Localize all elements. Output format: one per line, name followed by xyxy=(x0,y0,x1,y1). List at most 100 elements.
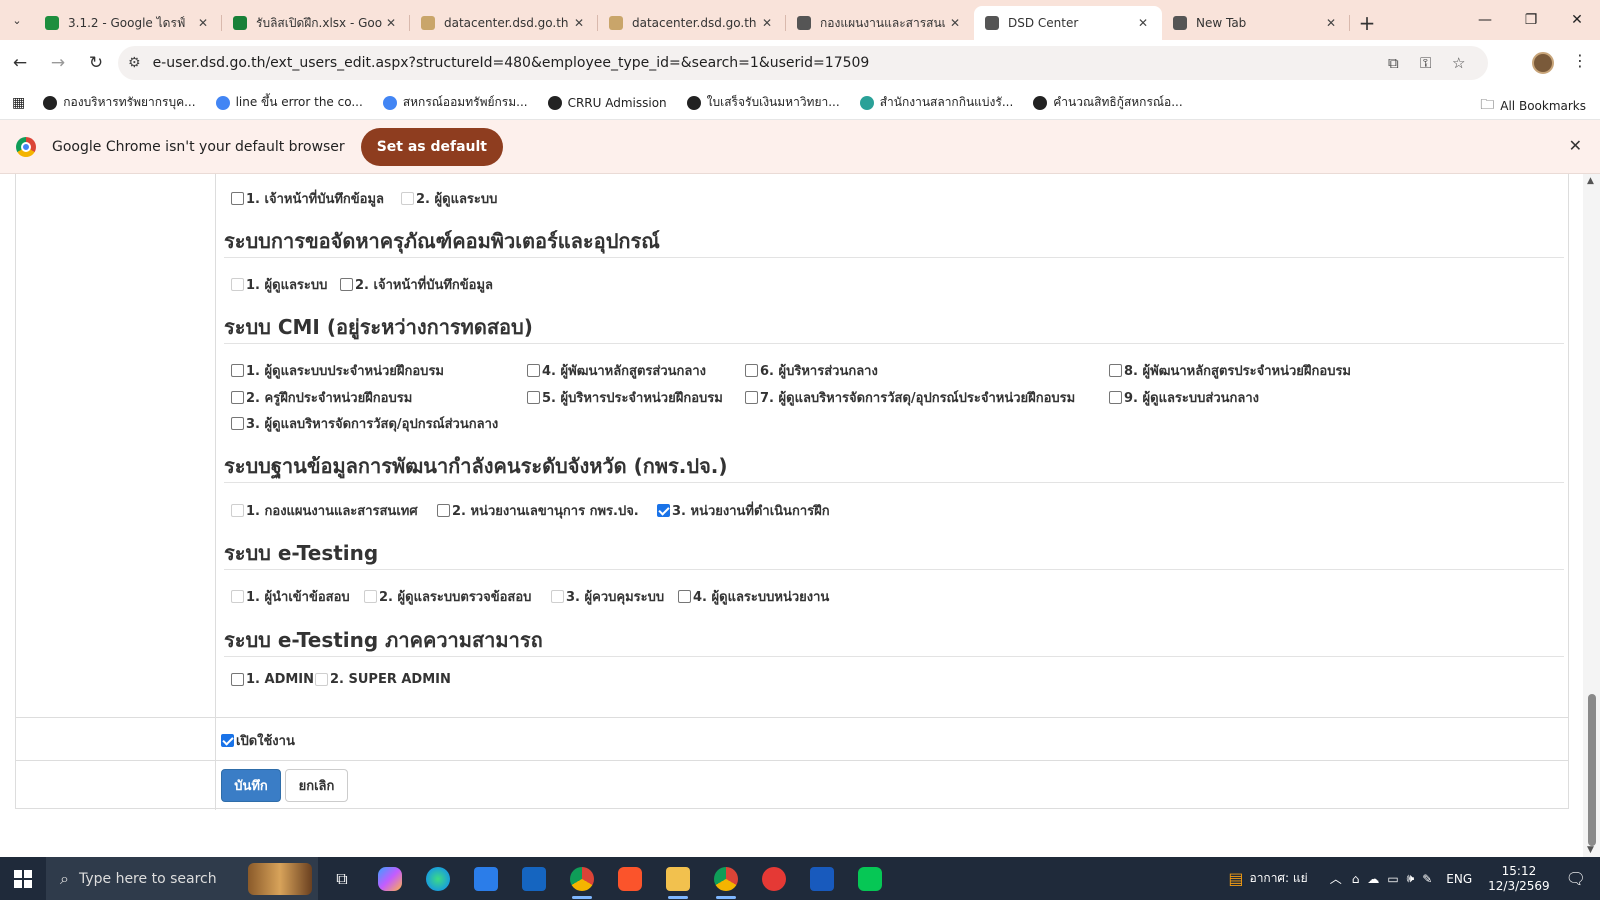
save-button[interactable]: บันทึก xyxy=(221,769,281,802)
copilot-icon[interactable] xyxy=(366,857,414,900)
bookmark-item[interactable]: คำนวณสิทธิกู้สหกรณ์อ... xyxy=(1033,93,1183,112)
network-icon[interactable]: ▭ xyxy=(1387,872,1398,886)
restore-icon[interactable]: ❐ xyxy=(1508,0,1554,40)
permission-checkbox[interactable] xyxy=(527,364,540,377)
bookmark-item[interactable]: CRRU Admission xyxy=(547,95,667,110)
close-tab-icon[interactable]: ✕ xyxy=(946,16,964,30)
permission-checkbox[interactable] xyxy=(527,391,540,404)
enabled-checkbox-row[interactable]: เปิดใช้งาน xyxy=(221,730,295,751)
permission-checkbox[interactable] xyxy=(657,504,670,517)
permission-option[interactable]: 2. ครูฝึกประจำหน่วยฝึกอบรม xyxy=(231,387,412,408)
browser-tab[interactable]: DSD Center ✕ xyxy=(974,6,1162,40)
permission-option[interactable]: 3. หน่วยงานที่ดำเนินการฝึก xyxy=(657,500,830,521)
line-icon[interactable] xyxy=(846,857,894,900)
microsoft-store-icon[interactable] xyxy=(462,857,510,900)
permission-option[interactable]: 6. ผู้บริหารส่วนกลาง xyxy=(745,360,878,381)
outlook-icon[interactable] xyxy=(510,857,558,900)
permission-option[interactable]: 9. ผู้ดูแลระบบส่วนกลาง xyxy=(1109,387,1259,408)
browser-tab[interactable]: datacenter.dsd.go.th | ✕ xyxy=(410,6,598,40)
browser-tab[interactable]: New Tab ✕ xyxy=(1162,6,1350,40)
pen-icon[interactable]: ✎ xyxy=(1422,872,1432,886)
permission-checkbox[interactable] xyxy=(231,192,244,205)
permission-checkbox[interactable] xyxy=(231,673,244,686)
bookmark-item[interactable]: ใบเสร็จรับเงินมหาวิทยา... xyxy=(686,93,840,112)
permission-option[interactable]: 1. ADMIN xyxy=(231,672,314,687)
translate-icon[interactable]: ⧉ xyxy=(1388,54,1399,72)
clock[interactable]: 15:12 12/3/2569 xyxy=(1488,864,1550,894)
edge-icon[interactable] xyxy=(414,857,462,900)
permission-option[interactable]: 1. ผู้ดูแลระบบประจำหน่วยฝึกอบรม xyxy=(231,360,444,381)
bookmark-item[interactable]: สำนักงานสลากกินแบ่งรั... xyxy=(859,93,1013,112)
scroll-thumb[interactable] xyxy=(1588,694,1596,846)
permission-option[interactable]: 4. ผู้พัฒนาหลักสูตรส่วนกลาง xyxy=(527,360,706,381)
permission-checkbox[interactable] xyxy=(678,590,691,603)
permission-checkbox[interactable] xyxy=(231,391,244,404)
permission-checkbox[interactable] xyxy=(1109,364,1122,377)
browser-tab[interactable]: รับลิสเปิดฝึก.xlsx - Goog ✕ xyxy=(222,6,410,40)
close-tab-icon[interactable]: ✕ xyxy=(758,16,776,30)
close-window-icon[interactable]: ✕ xyxy=(1554,0,1600,40)
permission-checkbox[interactable] xyxy=(340,278,353,291)
permission-checkbox[interactable] xyxy=(745,364,758,377)
permission-checkbox[interactable] xyxy=(231,417,244,430)
close-tab-icon[interactable]: ✕ xyxy=(382,16,400,30)
weather-text[interactable]: อากาศ: แย่ xyxy=(1249,869,1307,888)
apps-grid-icon[interactable]: ▦ xyxy=(12,95,25,111)
taskbar-search[interactable]: ⌕ Type here to search xyxy=(46,857,318,900)
word-icon[interactable] xyxy=(798,857,846,900)
enabled-checkbox[interactable] xyxy=(221,734,234,747)
tab-search-button[interactable]: ⌄ xyxy=(0,0,34,40)
file-explorer-icon[interactable] xyxy=(654,857,702,900)
notification-icon[interactable]: 🗨 xyxy=(1566,869,1586,888)
weather-icon[interactable]: ▤ xyxy=(1228,869,1243,888)
permission-checkbox[interactable] xyxy=(1109,391,1122,404)
url-text[interactable]: e-user.dsd.go.th/ext_users_edit.aspx?str… xyxy=(153,55,870,71)
close-tab-icon[interactable]: ✕ xyxy=(1322,16,1340,30)
permission-checkbox[interactable] xyxy=(231,364,244,377)
scroll-up-icon[interactable]: ▲ xyxy=(1587,176,1594,186)
snipping-tool-icon[interactable] xyxy=(750,857,798,900)
back-icon[interactable]: ← xyxy=(2,45,38,81)
bookmark-star-icon[interactable]: ☆ xyxy=(1452,54,1465,72)
language-indicator[interactable]: ENG xyxy=(1446,872,1472,886)
permission-option[interactable]: 3. ผู้ดูแลบริหารจัดการวัสดุ/อุปกรณ์ส่วนก… xyxy=(231,413,498,434)
permission-option[interactable]: 8. ผู้พัฒนาหลักสูตรประจำหน่วยฝึกอบรม xyxy=(1109,360,1351,381)
onedrive-icon[interactable]: ☁ xyxy=(1367,872,1379,886)
chrome-menu-icon[interactable]: ⋮ xyxy=(1572,51,1588,70)
forward-icon[interactable]: → xyxy=(40,45,76,81)
scroll-down-icon[interactable]: ▼ xyxy=(1587,845,1594,855)
site-info-icon[interactable]: ⚙ xyxy=(128,55,141,71)
close-tab-icon[interactable]: ✕ xyxy=(1134,16,1152,30)
permission-option[interactable]: 2. หน่วยงานเลขานุการ กพร.ปจ. xyxy=(437,500,639,521)
bookmark-item[interactable]: line ขึ้น error the co... xyxy=(215,93,363,112)
close-infobar-icon[interactable]: ✕ xyxy=(1569,136,1582,155)
close-tab-icon[interactable]: ✕ xyxy=(194,16,212,30)
set-as-default-button[interactable]: Set as default xyxy=(360,127,503,166)
address-bar[interactable]: ⚙ e-user.dsd.go.th/ext_users_edit.aspx?s… xyxy=(118,46,1488,80)
minimize-icon[interactable]: — xyxy=(1462,0,1508,40)
permission-option[interactable]: 2. เจ้าหน้าที่บันทึกข้อมูล xyxy=(340,274,493,295)
brave-icon[interactable] xyxy=(606,857,654,900)
permission-checkbox[interactable] xyxy=(745,391,758,404)
browser-tab[interactable]: datacenter.dsd.go.th | ✕ xyxy=(598,6,786,40)
page-scrollbar[interactable]: ▲ ▼ xyxy=(1583,174,1600,857)
profile-avatar[interactable] xyxy=(1532,52,1554,74)
reload-icon[interactable]: ↻ xyxy=(78,45,114,81)
permission-option[interactable]: 7. ผู้ดูแลบริหารจัดการวัสดุ/อุปกรณ์ประจำ… xyxy=(745,387,1075,408)
windows-start-icon[interactable] xyxy=(0,857,46,900)
meet-icon[interactable]: ⌂ xyxy=(1352,872,1360,886)
permission-checkbox[interactable] xyxy=(437,504,450,517)
permission-option[interactable]: 4. ผู้ดูแลระบบหน่วยงาน xyxy=(678,586,829,607)
close-tab-icon[interactable]: ✕ xyxy=(570,16,588,30)
tray-overflow-icon[interactable]: ︿ xyxy=(1330,870,1342,887)
password-key-icon[interactable]: ⚿ xyxy=(1420,54,1431,72)
bookmark-item[interactable]: สหกรณ์ออมทรัพย์กรม... xyxy=(382,93,528,112)
new-tab-button[interactable]: + xyxy=(1350,6,1384,40)
cancel-button[interactable]: ยกเลิก xyxy=(285,769,348,802)
chrome-profile-taskbar-icon[interactable] xyxy=(702,857,750,900)
task-view-icon[interactable]: ⧉ xyxy=(318,857,366,900)
permission-option[interactable]: 1. เจ้าหน้าที่บันทึกข้อมูล xyxy=(231,188,384,209)
volume-icon[interactable]: 🕪 xyxy=(1407,871,1415,886)
permission-option[interactable]: 5. ผู้บริหารประจำหน่วยฝึกอบรม xyxy=(527,387,723,408)
browser-tab[interactable]: 3.1.2 - Google ไดรฟ์ ✕ xyxy=(34,6,222,40)
